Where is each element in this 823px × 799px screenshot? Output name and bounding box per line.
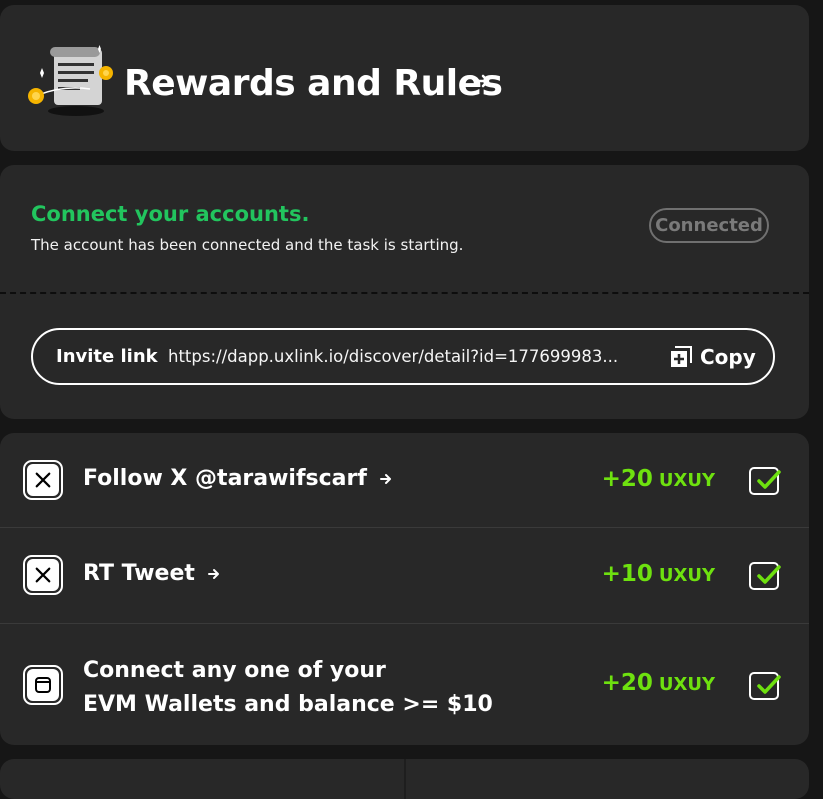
scroll-document-coins-icon: [28, 45, 113, 116]
invite-link-label: Invite link: [56, 346, 158, 367]
invite-link-box: Invite link https://dapp.uxlink.io/disco…: [31, 328, 775, 385]
task-points: +10 UXUY: [601, 561, 715, 587]
bottom-divider: [404, 759, 406, 799]
x-logo-icon: [23, 460, 63, 500]
copy-plus-icon: [671, 345, 692, 367]
checkbox-checked-icon[interactable]: [749, 562, 781, 590]
arrow-right-icon: [207, 568, 219, 579]
bottom-card: [0, 759, 809, 799]
x-logo-icon: [23, 555, 63, 595]
copy-button[interactable]: Copy: [670, 345, 756, 369]
copy-label: Copy: [700, 344, 756, 369]
task-label: Connect any one of your EVM Wallets and …: [83, 658, 493, 717]
rewards-header-card[interactable]: Rewards and Rules: [0, 5, 809, 151]
dashed-divider: [0, 292, 809, 294]
task-row[interactable]: Connect any one of your EVM Wallets and …: [0, 624, 809, 745]
task-label[interactable]: Follow X @tarawifscarf: [83, 466, 393, 491]
task-label[interactable]: RT Tweet: [83, 561, 221, 586]
arrow-right-icon[interactable]: [473, 71, 493, 91]
tasks-card: Follow X @tarawifscarf +20 UXUY RT Tweet …: [0, 433, 809, 745]
checkbox-checked-icon[interactable]: [749, 467, 781, 495]
checkbox-checked-icon[interactable]: [749, 672, 781, 700]
task-points: +20 UXUY: [601, 670, 715, 696]
task-row[interactable]: Follow X @tarawifscarf +20 UXUY: [0, 433, 809, 528]
wallet-icon: [23, 665, 63, 705]
connected-button[interactable]: Connected: [649, 208, 769, 243]
page-title[interactable]: Rewards and Rules: [124, 63, 503, 104]
task-row[interactable]: RT Tweet +10 UXUY: [0, 528, 809, 624]
invite-link-url[interactable]: https://dapp.uxlink.io/discover/detail?i…: [168, 347, 643, 366]
connect-description: The account has been connected and the t…: [31, 236, 464, 254]
connect-title: Connect your accounts.: [31, 202, 310, 226]
task-points: +20 UXUY: [601, 466, 715, 492]
connect-accounts-card: Connect your accounts. The account has b…: [0, 165, 809, 419]
arrow-right-icon: [379, 473, 391, 484]
